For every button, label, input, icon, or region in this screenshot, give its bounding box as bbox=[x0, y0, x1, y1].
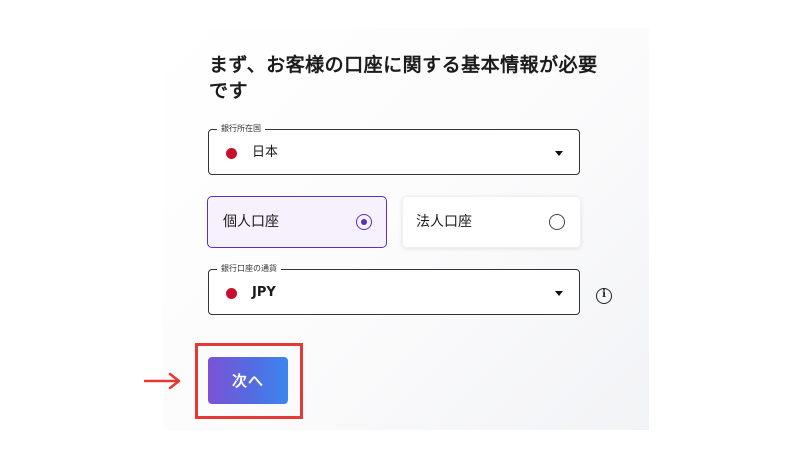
arrow-right-icon bbox=[144, 372, 181, 390]
bank-country-select[interactable]: 銀行所在国 日本 bbox=[208, 123, 580, 175]
currency-label: 銀行口座の通貨 bbox=[217, 263, 281, 275]
caret-down-icon[interactable] bbox=[555, 151, 563, 156]
radio-selected-icon[interactable] bbox=[356, 214, 372, 230]
info-circle-icon[interactable]: i bbox=[596, 288, 612, 304]
japan-flag-icon bbox=[226, 288, 237, 299]
account-type-personal[interactable]: 個人口座 bbox=[207, 196, 387, 248]
radio-unselected-icon[interactable] bbox=[549, 214, 565, 230]
japan-flag-icon bbox=[226, 148, 237, 159]
page-title: まず、お客様の口座に関する基本情報が必要です bbox=[209, 54, 598, 102]
account-type-corporate[interactable]: 法人口座 bbox=[402, 196, 581, 248]
currency-select[interactable]: 銀行口座の通貨 JPY bbox=[208, 263, 580, 315]
bank-country-label: 銀行所在国 bbox=[217, 123, 265, 135]
caret-down-icon[interactable] bbox=[555, 291, 563, 296]
annotation-highlight-box bbox=[195, 343, 303, 419]
account-type-corporate-label: 法人口座 bbox=[416, 214, 472, 230]
bank-country-value: 日本 bbox=[252, 145, 279, 160]
currency-value: JPY bbox=[252, 285, 276, 300]
account-type-personal-label: 個人口座 bbox=[223, 214, 279, 230]
